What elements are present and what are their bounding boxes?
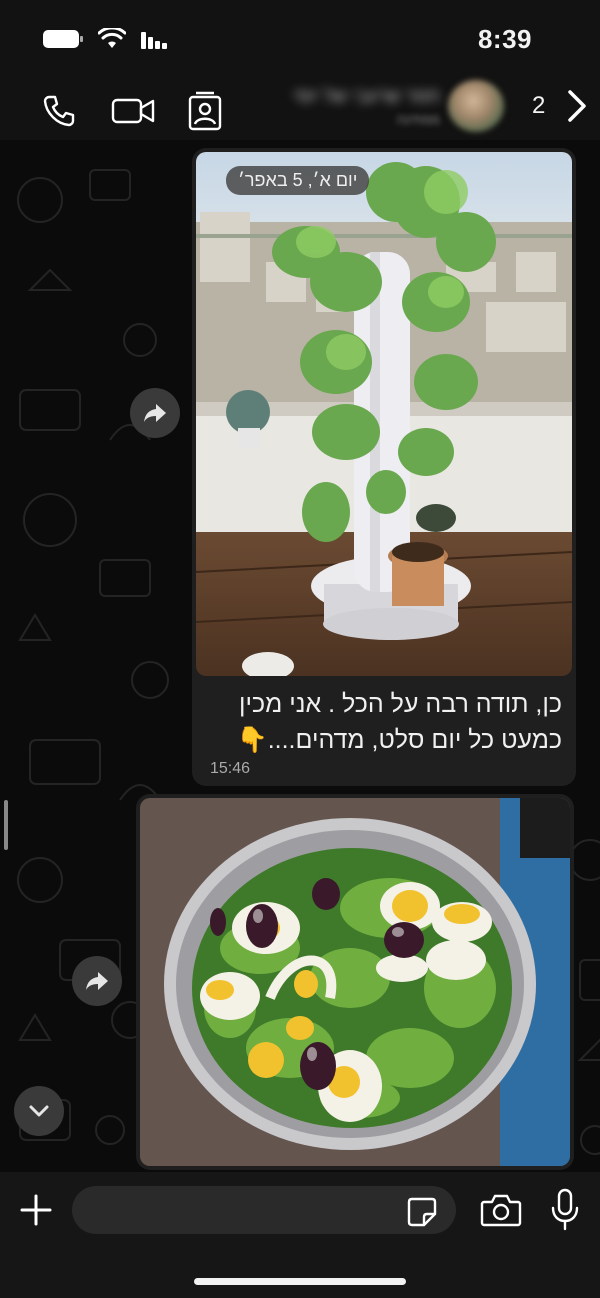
status-bar: 8:39 bbox=[0, 0, 600, 80]
camera-button[interactable] bbox=[480, 1192, 522, 1230]
battery-icon bbox=[43, 30, 83, 48]
scroll-down-button[interactable] bbox=[14, 1086, 64, 1136]
salad-bowl-photo bbox=[140, 798, 570, 1166]
home-indicator bbox=[194, 1278, 406, 1285]
forward-button[interactable] bbox=[72, 956, 122, 1006]
contact-card-button[interactable] bbox=[182, 88, 228, 134]
side-handle bbox=[4, 800, 8, 850]
microphone-icon bbox=[551, 1188, 579, 1231]
contact-status: ממתינה bbox=[396, 112, 440, 127]
plus-icon bbox=[20, 1194, 52, 1226]
forward-arrow-icon bbox=[86, 972, 108, 990]
chevron-down-icon bbox=[29, 1105, 49, 1117]
wifi-icon bbox=[98, 28, 126, 48]
microphone-button[interactable] bbox=[548, 1188, 582, 1232]
message-caption: כן, תודה רבה על הכל . אני מכין כמעט כל י… bbox=[236, 690, 562, 754]
status-time: 8:39 bbox=[477, 24, 532, 54]
composer-bar bbox=[0, 1172, 600, 1298]
message-input[interactable] bbox=[72, 1186, 456, 1234]
voice-call-button[interactable] bbox=[36, 88, 82, 134]
message-bubble[interactable]: יום א׳, 5 באפר׳ כן, תודה רבה על הכל . אנ… bbox=[192, 148, 576, 786]
message-bubble[interactable] bbox=[136, 794, 574, 1170]
avatar[interactable] bbox=[448, 80, 504, 132]
video-call-button[interactable] bbox=[110, 88, 156, 134]
chat-area[interactable]: יום א׳, 5 באפר׳ כן, תודה רבה על הכל . אנ… bbox=[0, 140, 600, 1172]
sticker-icon bbox=[407, 1197, 437, 1227]
date-chip: יום א׳, 5 באפר׳ bbox=[226, 166, 370, 195]
forward-button[interactable] bbox=[130, 388, 180, 438]
unread-count: 2 bbox=[532, 92, 546, 119]
status-icons bbox=[42, 28, 168, 50]
contact-card-icon bbox=[188, 91, 222, 131]
chevron-right-icon bbox=[568, 90, 586, 122]
garden-tower-photo bbox=[196, 152, 572, 676]
sticker-button[interactable] bbox=[406, 1196, 438, 1228]
message-image[interactable]: יום א׳, 5 באפר׳ bbox=[196, 152, 572, 676]
message-image[interactable] bbox=[140, 798, 570, 1166]
message-time: 15:46 bbox=[210, 760, 251, 777]
signal-icon bbox=[141, 32, 167, 49]
phone-icon bbox=[43, 95, 75, 127]
attach-button[interactable] bbox=[16, 1190, 56, 1230]
camera-icon bbox=[480, 1194, 522, 1227]
forward-arrow-icon bbox=[144, 404, 166, 422]
contact-name[interactable]: תמר שרעבי של יוסי bbox=[240, 86, 440, 108]
video-camera-icon bbox=[111, 98, 155, 124]
back-button[interactable] bbox=[560, 86, 594, 126]
